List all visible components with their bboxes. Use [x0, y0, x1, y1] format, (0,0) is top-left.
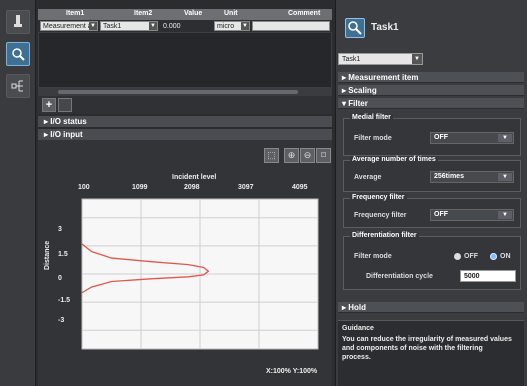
- off-radio[interactable]: [454, 253, 461, 260]
- frequency-filter-label: Frequency filter: [354, 212, 407, 219]
- group-title: Average number of times: [350, 156, 438, 163]
- section-filter[interactable]: ▾ Filter: [338, 98, 524, 109]
- item1-value: Measurement a: [43, 23, 92, 30]
- io-status-label: I/O status: [50, 117, 87, 126]
- differentiation-cycle-input[interactable]: 5000: [460, 270, 516, 282]
- guidance-text: You can reduce the irregularity of measu…: [342, 336, 512, 361]
- x-tick: 4095: [292, 184, 308, 191]
- io-status-section[interactable]: ▸ I/O status: [38, 116, 332, 128]
- col-header: Item1: [66, 10, 85, 17]
- guidance-title: Guidance: [342, 325, 374, 332]
- unit-value: micro: [217, 23, 235, 30]
- x-tick: 3097: [238, 184, 254, 191]
- add-icon[interactable]: +: [42, 98, 56, 112]
- left-toolbar: [0, 0, 36, 386]
- section-label: Filter: [348, 99, 368, 108]
- item2-value: Task1: [103, 23, 122, 30]
- average-label: Average: [354, 174, 382, 181]
- tree-icon[interactable]: [6, 74, 30, 98]
- section-hold[interactable]: ▸ Hold: [338, 302, 524, 313]
- item1-select[interactable]: Measurement a ▼: [40, 21, 98, 31]
- col-header: Value: [184, 10, 203, 17]
- comment-input[interactable]: [252, 21, 330, 31]
- chevron-down-icon: ▼: [498, 211, 512, 219]
- table-header: Item1 Item2 Value Unit Comment: [38, 9, 332, 20]
- table-toolbar: +: [38, 96, 332, 114]
- x-tick: 1099: [132, 184, 148, 191]
- frequency-filter-select[interactable]: OFF ▼: [430, 209, 514, 221]
- select-value: OFF: [434, 211, 448, 218]
- on-label: ON: [500, 253, 511, 260]
- average-select[interactable]: 256times ▼: [430, 171, 514, 183]
- graph-panel: ⬚ ⊕ ⊖ ⌑ Incident level 100 1099 2098 309…: [38, 140, 332, 386]
- section-scaling[interactable]: ▸ Scaling: [338, 85, 524, 96]
- table-row[interactable]: Measurement a ▼ Task1 ▼ 0.000 micro ▼: [38, 20, 332, 32]
- value-cell: 0.000: [160, 21, 210, 31]
- scrollbar-thumb[interactable]: [58, 90, 298, 94]
- filter-mode-label: Filter mode: [354, 253, 392, 260]
- col-header: Unit: [224, 10, 238, 17]
- unit-select[interactable]: micro ▼: [214, 21, 250, 31]
- select-value: OFF: [434, 134, 448, 141]
- off-label: OFF: [464, 253, 478, 260]
- task-title: Task1: [371, 22, 399, 33]
- item2-select[interactable]: Task1 ▼: [100, 21, 158, 31]
- group-title: Frequency filter: [350, 194, 407, 201]
- task-select-value: Task1: [342, 56, 361, 63]
- task-header: Task1: [335, 14, 527, 42]
- table-body: [38, 32, 332, 88]
- filter-mode-select[interactable]: OFF ▼: [430, 132, 514, 144]
- on-radio[interactable]: [490, 253, 497, 260]
- frequency-filter-group: Frequency filter Frequency filter OFF ▼: [343, 194, 521, 228]
- task-select[interactable]: Task1 ▼: [338, 53, 423, 65]
- remove-button[interactable]: [58, 98, 72, 112]
- section-measurement-item[interactable]: ▸ Measurement item: [338, 72, 524, 83]
- zoom-readout: X:100% Y:100%: [266, 368, 318, 375]
- filter-mode-label: Filter mode: [354, 135, 392, 142]
- differentiation-filter-group: Differentiation filter Filter mode OFF O…: [343, 232, 521, 290]
- chevron-down-icon: ▼: [412, 54, 422, 64]
- probe-icon[interactable]: [6, 10, 30, 34]
- section-label: Hold: [348, 303, 367, 312]
- x-tick-labels: 100 1099 2098 3097 4095: [38, 140, 332, 200]
- x-tick: 100: [78, 184, 90, 191]
- distance-chart: [81, 198, 319, 350]
- chevron-down-icon: ▼: [498, 134, 512, 142]
- x-tick: 2098: [184, 184, 200, 191]
- select-value: 256times: [434, 173, 464, 180]
- guidance-panel: Guidance You can reduce the irregularity…: [338, 320, 524, 386]
- average-group: Average number of times Average 256times…: [343, 156, 521, 192]
- medial-filter-group: Medial filter Filter mode OFF ▼: [343, 114, 521, 156]
- horizontal-scrollbar[interactable]: [38, 88, 332, 96]
- group-title: Medial filter: [350, 114, 393, 121]
- section-label: Scaling: [348, 86, 377, 95]
- search-icon: [345, 18, 365, 38]
- search-icon[interactable]: [6, 42, 30, 66]
- chevron-down-icon: ▼: [498, 173, 512, 181]
- differentiation-cycle-label: Differentiation cycle: [366, 273, 433, 280]
- section-label: Measurement item: [348, 73, 419, 82]
- chevron-down-icon: ▼: [149, 22, 157, 30]
- io-input-label: I/O input: [50, 130, 83, 139]
- col-header: Item2: [134, 10, 153, 17]
- col-header: Comment: [288, 10, 321, 17]
- chevron-down-icon: ▼: [89, 22, 97, 30]
- group-title: Differentiation filter: [350, 232, 419, 239]
- chevron-down-icon: ▼: [241, 22, 249, 30]
